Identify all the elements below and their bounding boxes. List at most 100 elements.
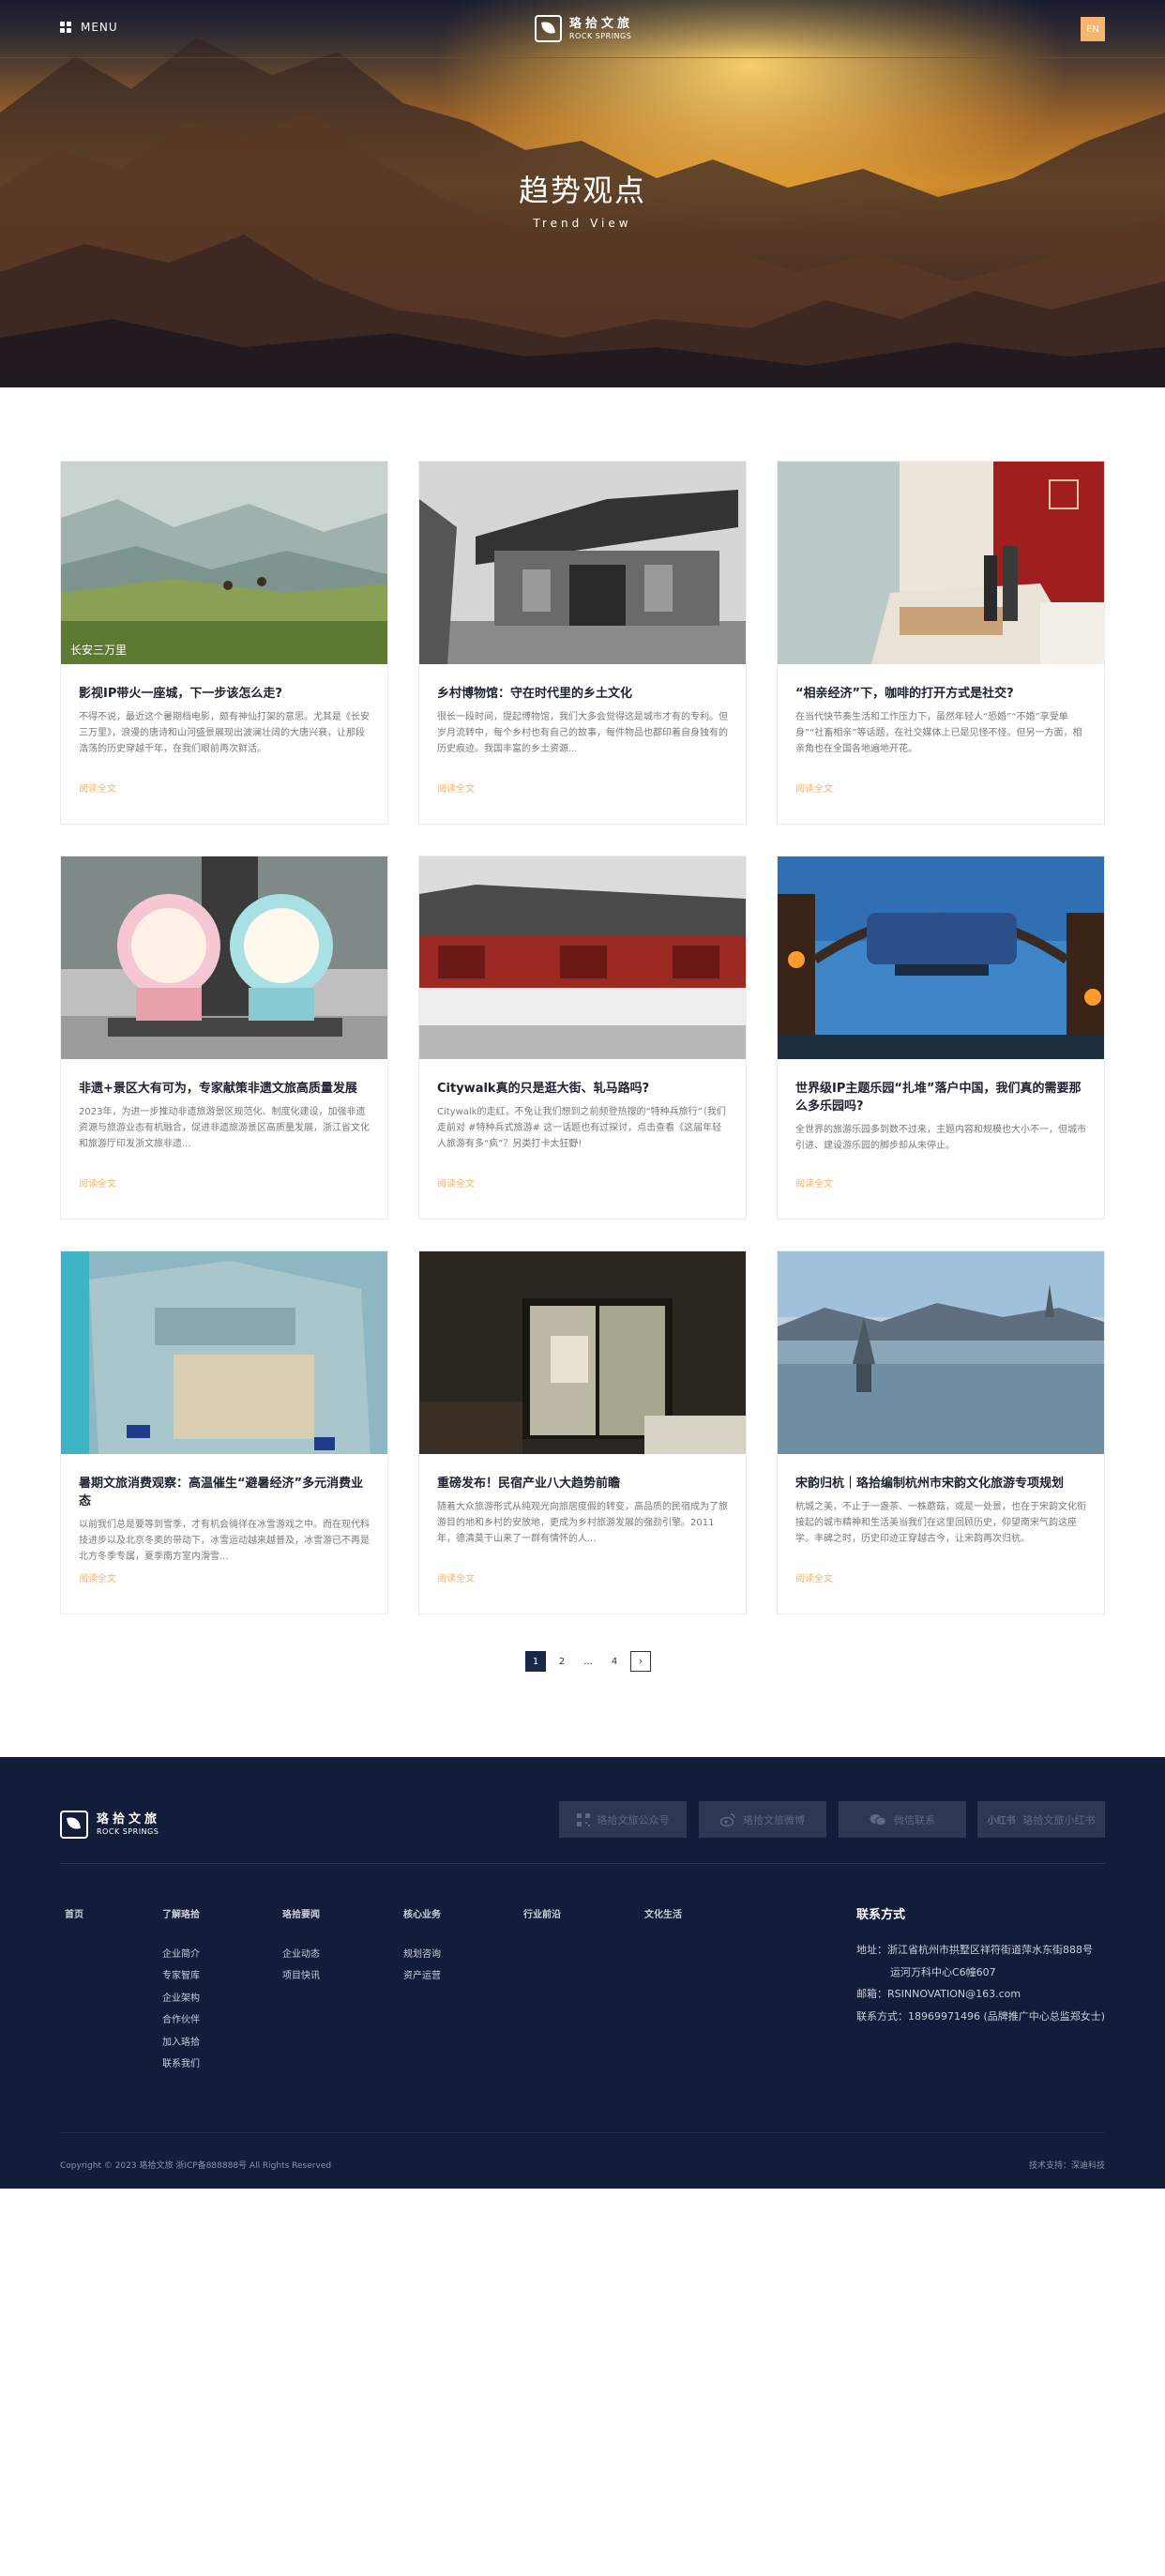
wechat-icon <box>870 1813 886 1826</box>
article-card[interactable]: Citywalk真的只是逛大街、轧马路吗? Citywalk的走红，不免让我们想… <box>418 856 747 1220</box>
wechat-official-account-button[interactable]: 珞拾文旅公众号 <box>559 1801 687 1838</box>
article-card[interactable]: 乡村博物馆：守在时代里的乡土文化 很长一段时间，提起博物馆，我们大多会觉得这是城… <box>418 461 747 825</box>
wechat-contact-button[interactable]: 微信联系 <box>839 1801 966 1838</box>
footer-bottom-divider <box>60 2132 1105 2133</box>
article-excerpt: 全世界的旅游乐园多到数不过来，主题内容和规模也大小不一，但城市引进、建设游乐园的… <box>795 1125 1086 1151</box>
footer-logo[interactable]: 珞拾文旅 ROCK SPRINGS <box>60 1811 160 1839</box>
article-card[interactable]: 非遗+景区大有可为，专家献策非遗文旅高质量发展 2023年，为进一步推动非遗旅游… <box>60 856 388 1220</box>
qrcode-icon <box>576 1812 590 1826</box>
footer-nav-title[interactable]: 珞拾要闻 <box>282 1904 320 1927</box>
article-thumbnail <box>419 856 746 1059</box>
read-more-link[interactable]: 阅读全文 <box>795 780 833 795</box>
article-card[interactable]: 世界级IP主题乐园“扎堆”落户中国，我们真的需要那么多乐园吗? 全世界的旅游乐园… <box>777 856 1105 1220</box>
weibo-icon <box>720 1812 735 1826</box>
menu-button[interactable]: MENU <box>60 21 118 34</box>
contact-phone[interactable]: 联系方式：18969971496 (品牌推广中心总监郑女士) <box>856 2006 1110 2028</box>
xiaohongshu-button[interactable]: 小红书 珞拾文旅小红书 <box>977 1801 1105 1838</box>
footer-link[interactable]: 加入珞拾 <box>162 2032 200 2054</box>
next-page-button[interactable]: › <box>630 1651 651 1672</box>
menu-label: MENU <box>81 21 118 34</box>
read-more-link[interactable]: 阅读全文 <box>79 1570 116 1584</box>
read-more-link[interactable]: 阅读全文 <box>437 780 475 795</box>
page-4-button[interactable]: 4 <box>604 1651 625 1672</box>
footer-link[interactable]: 项目快讯 <box>282 1965 320 1988</box>
footer-link[interactable]: 合作伙伴 <box>162 2009 200 2032</box>
leaf-logo-icon <box>535 15 562 42</box>
copyright-text: Copyright © 2023 珞拾文旅 浙ICP备888888号 All R… <box>60 2161 332 2171</box>
article-excerpt: 随着大众旅游形式从纯观光向旅居度假的转变，高品质的民宿成为了旅游目的地和乡村的安… <box>437 1502 728 1544</box>
article-excerpt: 不得不说，最近这个暑期档电影，颇有神仙打架的意思。尤其是《长安三万里》，浪漫的唐… <box>79 712 370 754</box>
read-more-link[interactable]: 阅读全文 <box>79 780 116 795</box>
site-footer: 珞拾文旅 ROCK SPRINGS 珞拾文旅公众号 珞拾文旅微博 微信联系 小红… <box>0 1757 1165 2189</box>
read-more-link[interactable]: 阅读全文 <box>795 1570 833 1584</box>
footer-link[interactable]: 规划咨询 <box>403 1944 441 1966</box>
footer-nav-culture: 文化生活 <box>640 1904 682 1944</box>
article-excerpt: 在当代快节奏生活和工作压力下，虽然年轻人“恐婚”“不婚”享受单身”“社畜相亲”等… <box>795 712 1082 754</box>
article-excerpt: 以前我们总是要等到雪季，才有机会徜徉在冰雪游戏之中。而在现代科技进步以及北京冬奥… <box>79 1520 370 1562</box>
read-more-link[interactable]: 阅读全文 <box>437 1175 475 1190</box>
read-more-link[interactable]: 阅读全文 <box>437 1570 475 1584</box>
article-excerpt: Citywalk的走红，不免让我们想到之前频登热搜的“特种兵旅行”（我们走前对 … <box>437 1107 726 1149</box>
footer-nav-title[interactable]: 行业前沿 <box>523 1904 561 1927</box>
contact-title: 联系方式 <box>856 1908 906 1922</box>
page-ellipsis: ... <box>583 1656 593 1667</box>
contact-email[interactable]: 邮箱：RSINNOVATION@163.com <box>856 1983 1110 2006</box>
footer-nav-title[interactable]: 首页 <box>65 1904 83 1927</box>
article-title: 乡村博物馆：守在时代里的乡土文化 <box>437 687 633 701</box>
leaf-logo-icon <box>60 1811 88 1839</box>
language-switch-button[interactable]: EN <box>1081 17 1105 41</box>
social-label: 珞拾文旅公众号 <box>597 1813 670 1826</box>
page-subtitle: Trend View <box>533 217 632 230</box>
site-logo[interactable]: 珞拾文旅 ROCK SPRINGS <box>535 15 633 42</box>
article-title: “相亲经济”下，咖啡的打开方式是社交? <box>795 687 1014 701</box>
article-thumbnail <box>778 856 1104 1059</box>
article-grid: 长安三万里 影视IP带火一座城，下一步该怎么走? 不得不说，最近这个暑期档电影，… <box>60 461 1105 1614</box>
footer-nav-home: 首页 <box>60 1904 83 1944</box>
footer-link[interactable]: 企业动态 <box>282 1944 320 1966</box>
logo-en-text: ROCK SPRINGS <box>569 31 632 40</box>
article-thumbnail: 长安三万里 <box>61 462 387 664</box>
contact-address-line2: 运河万科中心C6幢607 <box>890 1965 996 1978</box>
article-title: 重磅发布！民宿产业八大趋势前瞻 <box>437 1477 621 1491</box>
footer-logo-cn: 珞拾文旅 <box>97 1812 161 1826</box>
article-thumbnail <box>419 1251 746 1454</box>
footer-nav-news: 珞拾要闻 企业动态 项目快讯 <box>278 1904 320 1988</box>
article-title: 非遗+景区大有可为，专家献策非遗文旅高质量发展 <box>79 1082 357 1096</box>
article-title: 影视IP带火一座城，下一步该怎么走? <box>79 687 282 701</box>
page-2-button[interactable]: 2 <box>552 1651 572 1672</box>
weibo-button[interactable]: 珞拾文旅微博 <box>699 1801 826 1838</box>
footer-link[interactable]: 企业简介 <box>162 1944 200 1966</box>
footer-nav-title[interactable]: 核心业务 <box>403 1904 441 1927</box>
xiaohongshu-icon: 小红书 <box>987 1816 1016 1826</box>
contact-address: 地址：浙江省杭州市拱墅区祥符街道萍水东街888号 <box>856 1944 1093 1956</box>
social-label: 微信联系 <box>894 1813 935 1826</box>
footer-link[interactable]: 专家智库 <box>162 1965 200 1988</box>
article-thumbnail <box>61 1251 387 1454</box>
grid-menu-icon <box>60 22 71 33</box>
footer-link[interactable]: 联系我们 <box>162 2053 200 2076</box>
footer-nav-business: 核心业务 规划咨询 资产运营 <box>399 1904 441 1988</box>
footer-nav-about: 了解珞拾 企业简介 专家智库 企业架构 合作伙伴 加入珞拾 联系我们 <box>158 1904 200 2076</box>
hero-banner: MENU 珞拾文旅 ROCK SPRINGS EN 趋势观点 Trend Vie… <box>0 0 1165 387</box>
read-more-link[interactable]: 阅读全文 <box>795 1175 833 1190</box>
article-title: 世界级IP主题乐园“扎堆”落户中国，我们真的需要那么多乐园吗? <box>795 1082 1082 1114</box>
article-card[interactable]: 宋韵归杭｜珞拾编制杭州市宋韵文化旅游专项规划 杭城之美，不止于一盏茶、一株蘑菇，… <box>777 1250 1105 1614</box>
read-more-link[interactable]: 阅读全文 <box>79 1175 116 1190</box>
footer-link[interactable]: 企业架构 <box>162 1988 200 2010</box>
article-excerpt: 2023年，为进一步推动非遗旅游景区规范化、制度化建设，加强非遗资源与旅游业态有… <box>79 1107 370 1149</box>
tech-support-text: 技术支持：深迪科技 <box>1028 2161 1105 2171</box>
footer-logo-en: ROCK SPRINGS <box>97 1827 159 1836</box>
article-card[interactable]: 长安三万里 影视IP带火一座城，下一步该怎么走? 不得不说，最近这个暑期档电影，… <box>60 461 388 825</box>
footer-link[interactable]: 资产运营 <box>403 1965 441 1988</box>
footer-nav-title[interactable]: 文化生活 <box>644 1904 682 1927</box>
article-title: Citywalk真的只是逛大街、轧马路吗? <box>437 1082 650 1096</box>
page-1-button[interactable]: 1 <box>525 1651 546 1672</box>
article-card[interactable]: 重磅发布！民宿产业八大趋势前瞻 随着大众旅游形式从纯观光向旅居度假的转变，高品质… <box>418 1250 747 1614</box>
footer-nav-industry: 行业前沿 <box>519 1904 561 1944</box>
top-navigation-bar: MENU 珞拾文旅 ROCK SPRINGS EN <box>0 0 1165 58</box>
pagination: 1 2 ... 4 › <box>525 1651 651 1672</box>
article-card[interactable]: 暑期文旅消费观察：高温催生“避暑经济”多元消费业态 以前我们总是要等到雪季，才有… <box>60 1250 388 1614</box>
page-title: 趋势观点 <box>518 173 646 208</box>
footer-nav-title[interactable]: 了解珞拾 <box>162 1904 200 1927</box>
article-card[interactable]: “相亲经济”下，咖啡的打开方式是社交? 在当代快节奏生活和工作压力下，虽然年轻人… <box>777 461 1105 825</box>
